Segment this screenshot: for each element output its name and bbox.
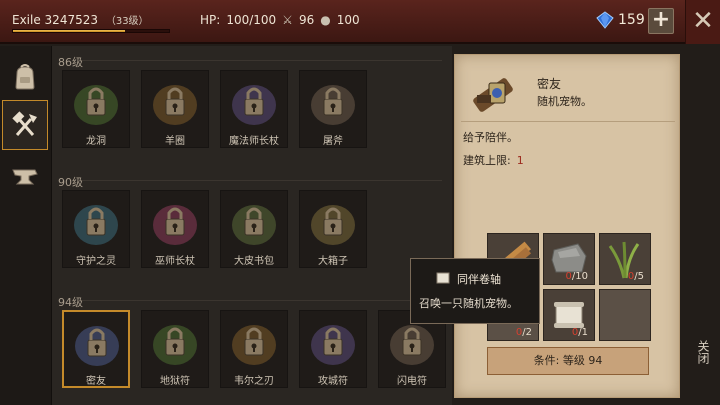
section-level-86: 86级	[58, 56, 83, 69]
building-item[interactable]: 屠斧	[299, 70, 367, 174]
water-value: 100	[336, 13, 360, 27]
resource-count: 0/10	[565, 271, 588, 282]
building-item[interactable]: 密友	[62, 310, 130, 405]
player-name-text: Exile 3247523	[12, 13, 98, 27]
player-stats: HP: 100/100 ⚔ 96 ● 100	[200, 13, 360, 27]
build-limit-value: 1	[516, 154, 524, 167]
resource-count: 0/5	[627, 271, 644, 282]
close-label-button[interactable]: 关闭	[692, 340, 712, 364]
category-sidebar	[0, 46, 52, 405]
building-item-label: 闪电符	[397, 376, 427, 387]
xp-bar-fill	[13, 30, 126, 32]
building-item-label: 屠斧	[323, 136, 343, 147]
building-item[interactable]: 魔法师长杖	[220, 70, 288, 174]
building-item[interactable]: 闪电符	[378, 310, 446, 405]
detail-panel: 密友 随机宠物。 给予陪伴。 建筑上限:1 14 0/10 0/5 0/2	[454, 54, 680, 398]
crossed-swords-icon: ⚔	[282, 13, 293, 27]
building-item[interactable]: 大皮书包	[220, 190, 288, 294]
building-item-label: 地狱符	[160, 376, 190, 387]
resource-count: 0/1	[571, 327, 588, 338]
condition-label: 条件: 等级 94	[533, 354, 603, 367]
tab-anvil[interactable]	[2, 152, 48, 202]
water-drop-icon: ●	[320, 13, 331, 27]
companion-item-icon	[473, 78, 513, 112]
building-item-label: 大箱子	[318, 256, 348, 267]
resource-slot[interactable]	[599, 289, 651, 341]
building-item-label: 大皮书包	[234, 256, 274, 267]
building-item-label: 密友	[86, 376, 106, 387]
detail-description: 给予陪伴。	[463, 131, 518, 144]
building-item[interactable]: 韦尔之刃	[220, 310, 288, 405]
resource-slot[interactable]: 0/1	[543, 289, 595, 341]
resource-count: 0/2	[515, 327, 532, 338]
detail-subtitle: 随机宠物。	[537, 95, 592, 108]
top-bar: Exile 3247523 （33级） HP: 100/100 ⚔ 96 ● 1…	[0, 0, 720, 44]
detail-title: 密友	[537, 77, 562, 91]
detail-divider	[461, 121, 675, 122]
building-grid: 86级 90级 94级 龙洞 羊圈 魔法师长杖 屠斧守护之灵 巫师长杖 大皮书包 大箱子密友…	[52, 46, 452, 405]
resource-slot[interactable]: 0/10	[543, 233, 595, 285]
building-item[interactable]: 巫师长杖	[141, 190, 209, 294]
attack-value: 96	[298, 13, 315, 27]
building-item[interactable]: 大箱子	[299, 190, 367, 294]
tooltip-title: 同伴卷轴	[457, 273, 501, 286]
building-item[interactable]: 地狱符	[141, 310, 209, 405]
add-gems-button[interactable]: +	[648, 8, 674, 34]
player-level: （33级）	[105, 16, 149, 27]
building-item[interactable]: 羊圈	[141, 70, 209, 174]
section-level-90: 90级	[58, 176, 83, 189]
gem-icon	[596, 11, 614, 29]
building-item-label: 韦尔之刃	[234, 376, 274, 387]
building-item[interactable]: 龙洞	[62, 70, 130, 174]
building-item[interactable]: 攻城符	[299, 310, 367, 405]
hp-label: HP:	[200, 13, 221, 27]
hp-value: 100/100	[226, 13, 277, 27]
building-item-label: 羊圈	[165, 136, 185, 147]
close-x-icon: ✕	[692, 6, 714, 36]
player-name: Exile 3247523 （33级）	[12, 12, 149, 27]
resource-slot[interactable]: 0/5	[599, 233, 651, 285]
section-divider	[82, 180, 442, 181]
backpack-icon	[15, 64, 35, 90]
section-level-94: 94级	[58, 296, 83, 309]
building-item-label: 魔法师长杖	[229, 136, 279, 147]
section-divider	[82, 60, 442, 61]
hammer-axe-icon	[12, 111, 37, 136]
tab-crafting[interactable]	[2, 100, 48, 150]
building-item-label: 守护之灵	[76, 256, 116, 267]
scroll-icon	[436, 272, 450, 284]
tab-backpack[interactable]	[2, 52, 48, 102]
building-item-label: 攻城符	[318, 376, 348, 387]
close-window-button[interactable]: ✕	[685, 0, 720, 44]
tooltip-description: 召唤一只随机宠物。	[419, 297, 518, 310]
xp-bar	[12, 29, 170, 33]
section-divider	[82, 300, 442, 301]
plus-icon: +	[651, 7, 671, 32]
building-item[interactable]: 守护之灵	[62, 190, 130, 294]
building-item-label: 龙洞	[86, 136, 106, 147]
build-limit-label: 建筑上限:	[463, 154, 511, 167]
condition-button[interactable]: 条件: 等级 94	[487, 347, 649, 375]
build-limit: 建筑上限: 1	[463, 152, 524, 168]
building-item-label: 巫师长杖	[155, 256, 195, 267]
item-tooltip: 同伴卷轴 召唤一只随机宠物。	[410, 258, 540, 324]
gem-count: 159	[618, 12, 645, 28]
anvil-icon	[12, 169, 38, 185]
